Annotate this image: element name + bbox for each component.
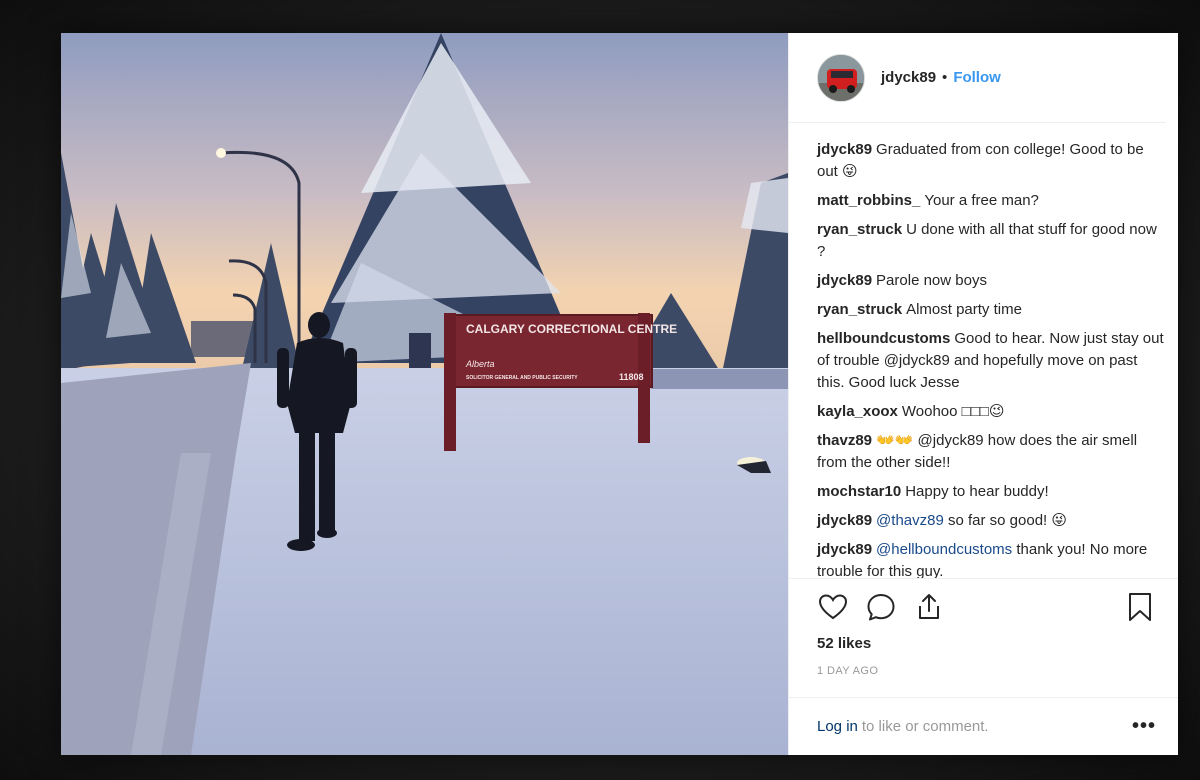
comment-username[interactable]: hellboundcustoms [817,330,950,347]
comment-username[interactable]: mochstar10 [817,483,901,500]
comment-bubble-icon[interactable] [865,591,897,623]
comment: jdyck89 @hellboundcustoms thank you! No m… [817,539,1168,578]
likes-count[interactable]: 52 likes [789,635,1178,659]
comment-username[interactable]: jdyck89 [817,272,872,289]
comment: kayla_xoox Woohoo □□□😉 [817,401,1168,423]
header-separator: • [942,69,948,86]
instagram-post-frame: CALGARY CORRECTIONAL CENTRE Alberta SOLI… [61,33,1178,755]
comment: jdyck89 @thavz89 so far so good! 😜 [817,510,1168,532]
bookmark-icon[interactable] [1124,591,1156,623]
comment-username[interactable]: matt_robbins_ [817,192,920,209]
comment: jdyck89 Parole now boys [817,270,1168,292]
comment-mention[interactable]: @thavz89 [876,512,944,529]
comment-text: Almost party time [906,301,1022,318]
comment-username[interactable]: thavz89 [817,432,872,449]
comment: ryan_struck U done with all that stuff fo… [817,219,1168,263]
sign-title: CALGARY CORRECTIONAL CENTRE [466,322,678,336]
comment-mention[interactable]: @hellboundcustoms [876,541,1012,558]
comment: hellboundcustoms Good to hear. Now just s… [817,328,1168,394]
sign-logo: Alberta [466,359,495,369]
post-header: jdyck89 • Follow [789,33,1166,123]
comment-text: Happy to hear buddy! [905,483,1049,500]
share-icon[interactable] [913,591,945,623]
car-avatar-icon [818,54,864,101]
comment-text: Your a free man? [924,192,1039,209]
login-suffix-text: to like or comment. [861,718,989,735]
heart-icon[interactable] [817,591,849,623]
sign-number: 11808 [619,372,644,382]
comment-username[interactable]: jdyck89 [817,512,872,529]
more-options-button[interactable]: ••• [1132,715,1156,738]
follow-button[interactable]: Follow [953,69,1001,86]
comment-username[interactable]: ryan_struck [817,301,902,318]
avatar[interactable] [817,53,865,102]
post-timestamp: 1 DAY AGO [817,665,879,677]
login-link[interactable]: Log in [817,718,858,735]
comment: matt_robbins_ Your a free man? [817,190,1168,212]
post-actions [789,579,1178,635]
sign-subtitle: SOLICITOR GENERAL AND PUBLIC SECURITY [466,375,578,381]
comment-username[interactable]: jdyck89 [817,541,872,558]
comment: jdyck89 Graduated from con college! Good … [817,139,1168,183]
comment-text: Parole now boys [876,272,987,289]
comment: mochstar10 Happy to hear buddy! [817,481,1168,503]
comment-text: so far so good! 😜 [947,512,1068,529]
comments-list[interactable]: jdyck89 Graduated from con college! Good … [789,123,1178,579]
comment-username[interactable]: ryan_struck [817,221,902,238]
header-username[interactable]: jdyck89 [881,69,936,86]
comment-text: Woohoo □□□😉 [901,403,1005,420]
comment-username[interactable]: kayla_xoox [817,403,898,420]
post-photo[interactable]: CALGARY CORRECTIONAL CENTRE Alberta SOLI… [61,33,788,755]
comment: ryan_struck Almost party time [817,299,1168,321]
post-side-panel: jdyck89 • Follow jdyck89 Graduated from c… [788,33,1178,755]
comment: thavz89 👐👐 @jdyck89 how does the air smel… [817,430,1168,474]
post-footer: Log in to like or comment. ••• [789,697,1178,755]
photo-scene [61,33,788,755]
comment-username[interactable]: jdyck89 [817,141,872,158]
